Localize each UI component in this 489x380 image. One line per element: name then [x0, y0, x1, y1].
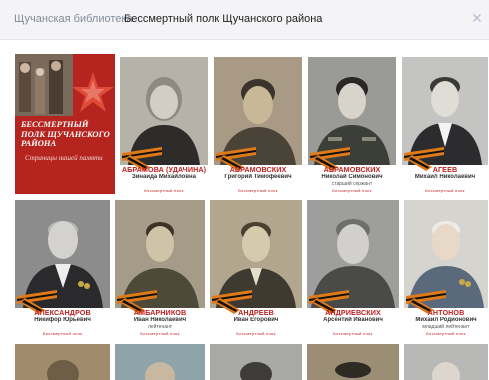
portrait-card[interactable]: АБРАМОВА (УДАЧИНА) Зинаида Михайловна Бе…	[120, 57, 208, 197]
portrait-photo	[404, 344, 488, 380]
portrait-card[interactable]	[404, 344, 488, 380]
regiment-logo: Бессмертный полк	[140, 331, 180, 336]
soldier-surname: АБРАМОВСКИХ	[229, 165, 287, 174]
portrait-card[interactable]: АГЕЕВ Михаил Николаевич Бессмертный полк	[402, 57, 488, 197]
regiment-logo: Бессмертный полк	[238, 188, 278, 193]
soldier-surname: АНДРЕЕВ	[238, 308, 274, 317]
regiment-logo: Бессмертный полк	[425, 188, 465, 193]
regiment-logo: Бессмертный полк	[332, 188, 372, 193]
portrait-card[interactable]	[210, 344, 302, 380]
soldier-given-name: Николай Симонович	[321, 174, 383, 180]
soldier-surname: АБРАМОВА (УДАЧИНА)	[121, 165, 207, 174]
soldier-surname: АМБАРНИКОВ	[133, 308, 187, 317]
portrait-card[interactable]: АЛЕКСАНДРОВ Никифор Юрьевич Бессмертный …	[15, 200, 110, 340]
photo-grid: Бессмертный полк Щучанского района Стран…	[0, 0, 489, 380]
portrait-photo	[307, 344, 399, 380]
regiment-logo: Бессмертный полк	[333, 331, 373, 336]
portrait-card[interactable]: АНТОНОВ Михаил Родионович младший лейтен…	[404, 200, 488, 340]
soldier-rank: младший лейтенант	[422, 324, 470, 330]
soldier-given-name: Иван Николаевич	[133, 317, 187, 323]
portrait-photo	[15, 344, 110, 380]
soldier-surname: АНДРИЕВСКИХ	[325, 308, 381, 317]
album-cover[interactable]: Бессмертный полк Щучанского района Стран…	[15, 54, 115, 194]
soldier-rank: старший сержант	[331, 181, 373, 187]
cover-subtitle: Страницы нашей памяти	[25, 154, 103, 162]
soldier-given-name: Зинаида Михайловна	[131, 174, 196, 180]
regiment-logo: Бессмертный полк	[236, 331, 276, 336]
portrait-card[interactable]	[115, 344, 205, 380]
soldier-given-name: Иван Егорович	[233, 317, 279, 323]
soldier-surname: АЛЕКСАНДРОВ	[34, 308, 91, 317]
portrait-card[interactable]: АНДРИЕВСКИХ Арсентий Иванович Бессмертны…	[307, 200, 399, 340]
soldier-surname: АБРАМОВСКИХ	[323, 165, 381, 174]
soldier-surname: АНТОНОВ	[427, 308, 465, 317]
soldier-given-name: Никифор Юрьевич	[34, 317, 91, 323]
portrait-card[interactable]: АНДРЕЕВ Иван Егорович Бессмертный полк	[210, 200, 302, 340]
portrait-photo	[115, 344, 205, 380]
portrait-card[interactable]: АБРАМОВСКИХ Григорий Тимофеевич Бессмерт…	[214, 57, 302, 197]
regiment-logo: Бессмертный полк	[42, 331, 83, 336]
regiment-logo: Бессмертный полк	[426, 331, 466, 336]
portrait-card[interactable]: АБРАМОВСКИХ Николай Симонович старший се…	[308, 57, 396, 197]
soldier-given-name: Григорий Тимофеевич	[224, 174, 292, 180]
portrait-photo	[210, 344, 302, 380]
portrait-card[interactable]	[307, 344, 399, 380]
soldier-given-name: Михаил Родионович	[415, 317, 477, 323]
cover-title: Бессмертный полк Щучанского района	[21, 119, 110, 148]
portrait-card[interactable]: АМБАРНИКОВ Иван Николаевич лейтенант Бес…	[115, 200, 205, 340]
soldier-given-name: Михаил Николаевич	[414, 174, 476, 180]
portrait-card[interactable]	[15, 344, 110, 380]
soldier-surname: АГЕЕВ	[432, 165, 458, 174]
regiment-logo: Бессмертный полк	[144, 188, 184, 193]
soldier-rank: лейтенант	[147, 324, 173, 330]
soldier-given-name: Арсентий Иванович	[323, 317, 383, 323]
